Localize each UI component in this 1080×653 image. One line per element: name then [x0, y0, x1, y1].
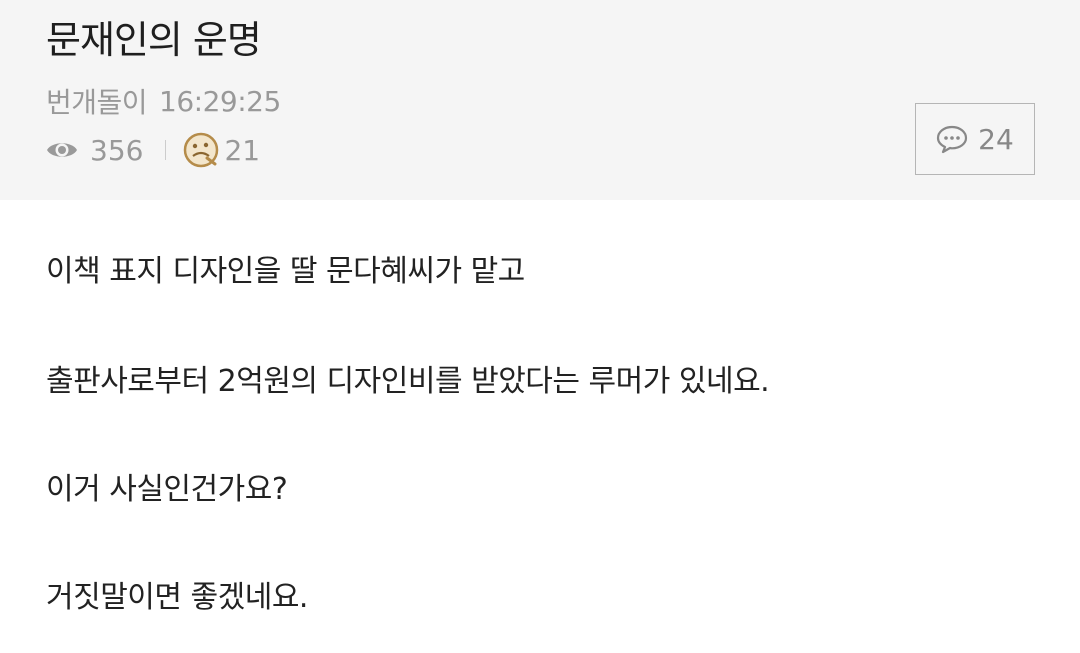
reaction-face-icon[interactable]: [182, 131, 220, 169]
body-line: 이거 사실인건가요?: [46, 472, 288, 507]
body-line: 이책 표지 디자인을 딸 문다혜씨가 맡고: [46, 254, 525, 289]
post-title: 문재인의 운명: [46, 18, 262, 62]
comment-count: 24: [978, 122, 1014, 156]
post-stats: 356 21: [46, 128, 260, 172]
author-name[interactable]: 번개돌이: [46, 81, 148, 121]
post-time: 16:29:25: [159, 84, 281, 118]
reaction-count: 21: [224, 133, 261, 167]
speech-bubble-icon: [936, 124, 968, 154]
stat-divider: [165, 140, 167, 160]
post-header: 문재인의 운명 번개돌이 16:29:25 356 21 24: [0, 0, 1080, 200]
post-meta: 번개돌이 16:29:25: [46, 80, 281, 122]
eye-icon: [46, 138, 78, 162]
comment-count-button[interactable]: 24: [915, 103, 1035, 175]
view-count: 356: [90, 133, 144, 167]
body-line: 출판사로부터 2억원의 디자인비를 받았다는 루머가 있네요.: [46, 364, 770, 399]
body-line: 거짓말이면 좋겠네요.: [46, 580, 308, 615]
